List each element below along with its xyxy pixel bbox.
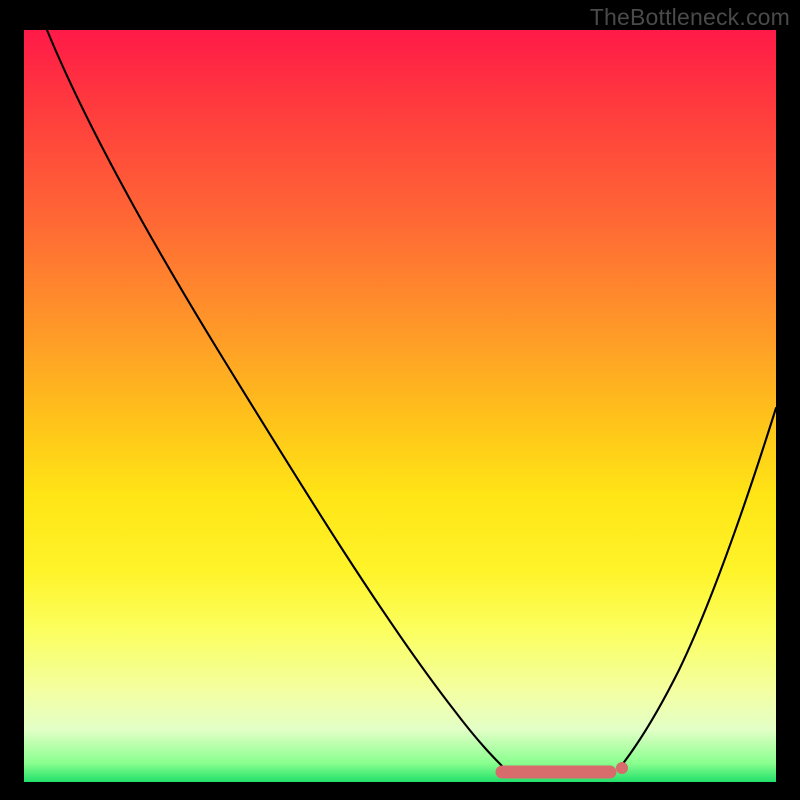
- bottleneck-curve-left: [47, 30, 506, 770]
- bottleneck-curve-right: [618, 408, 776, 770]
- plot-area: [24, 30, 776, 782]
- watermark-text: TheBottleneck.com: [590, 4, 790, 31]
- optimal-range-end-dot: [616, 762, 628, 774]
- chart-frame: TheBottleneck.com: [0, 0, 800, 800]
- curves-svg: [24, 30, 776, 782]
